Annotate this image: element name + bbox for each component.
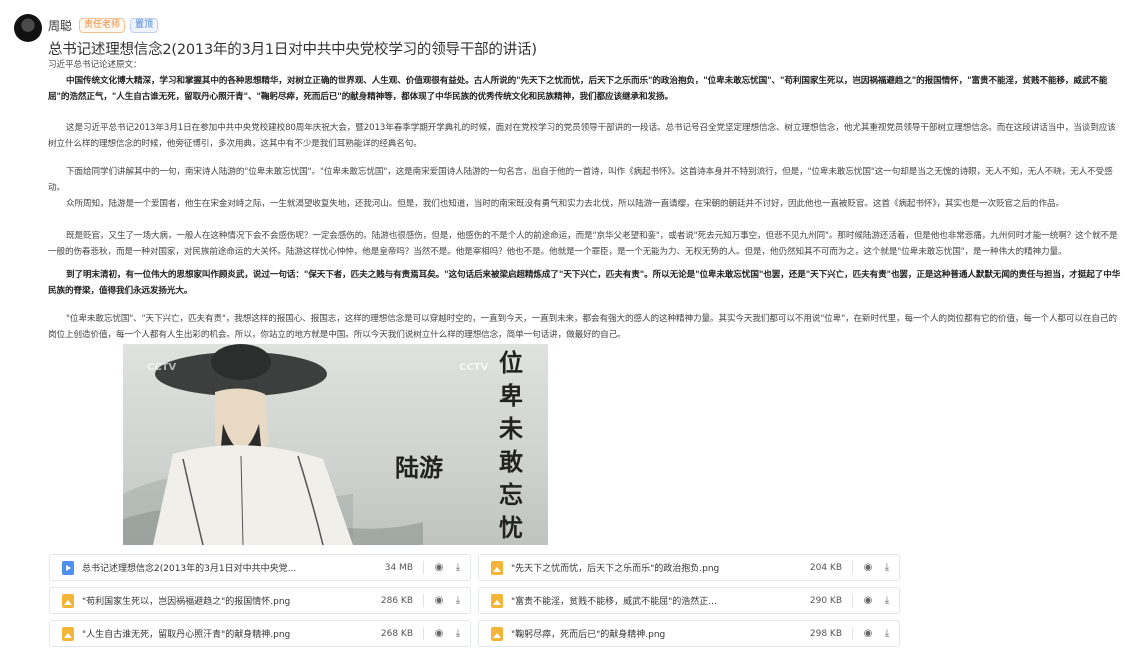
attachment-size: 34 MB [384, 562, 413, 573]
attachment-name: "人生自古谁无死，留取丹心照汗青"的献身精神.png [82, 630, 291, 640]
attachment-size: 204 KB [809, 562, 842, 573]
paragraph-quote: 中国传统文化博大精深，学习和掌握其中的各种思想精华，对树立正确的世界观、人生观、… [48, 73, 1122, 105]
watermark-right: CCTV [459, 362, 489, 373]
eye-icon[interactable]: ◉ [861, 628, 875, 639]
attachment-item[interactable]: "人生自古谁无死，留取丹心照汗青"的献身精神.png 268 KB ◉ ⤓ [49, 620, 471, 647]
teacher-badge: 责任老师 [79, 18, 126, 33]
attachment-name: "苟利国家生死以，岂因祸福避趋之"的报国情怀.png [82, 597, 291, 607]
eye-icon[interactable]: ◉ [861, 595, 875, 606]
explain-4-text: 到了明末清初，有一位伟大的思想家叫作顾炎武，说过一句话："保天下者，匹夫之贱与有… [48, 270, 1121, 296]
pinned-badge: 置顶 [130, 18, 159, 33]
attachment-item[interactable]: "富贵不能淫，贫贱不能移，威武不能屈"的浩然正... 290 KB ◉ ⤓ [478, 587, 900, 614]
attachment-size: 298 KB [809, 628, 842, 639]
attachment-item[interactable]: 总书记述理想信念2(2013年的3月1日对中共中央党... 34 MB ◉ ⤓ [49, 554, 471, 581]
post-title: 总书记述理想信念2(2013年的3月1日对中共中央党校学习的领导干部的讲话) [48, 42, 537, 58]
image-file-icon [491, 560, 503, 575]
image-file-icon [62, 626, 74, 641]
image-file-icon [491, 626, 503, 641]
image-file-icon [62, 593, 74, 608]
calligraphy-verse: 位卑未敢忘忧国 [499, 348, 523, 542]
paragraph-explain-4: 到了明末清初，有一位伟大的思想家叫作顾炎武，说过一句话："保天下者，匹夫之贱与有… [48, 267, 1122, 299]
attachment-size: 286 KB [380, 595, 413, 606]
eye-icon[interactable]: ◉ [432, 595, 446, 606]
attachment-name: "富贵不能淫，贫贱不能移，威武不能屈"的浩然正... [511, 597, 717, 607]
author-name[interactable]: 周聪 [48, 17, 72, 34]
attachment-size: 268 KB [380, 628, 413, 639]
download-icon[interactable]: ⤓ [880, 562, 894, 573]
lu-you-illustration[interactable]: 陆游 位卑未敢忘忧国 CCTV CCTV [123, 344, 548, 545]
attachment-name: "先天下之忧而忧，后天下之乐而乐"的政治抱负.png [511, 564, 720, 574]
paragraph-context: 这是习近平总书记2013年3月1日在参加中共中央党校建校80周年庆祝大会，暨20… [48, 123, 1116, 149]
post-header: 周聪 责任老师 置顶 [48, 17, 159, 34]
paragraph-explain-1: 下面给同学们讲解其中的一句，南宋诗人陆游的"位卑未敢忘忧国"。"位卑未敢忘忧国"… [48, 167, 1113, 193]
download-icon[interactable]: ⤓ [451, 562, 465, 573]
paragraph-explain-3: 既是贬官，又生了一场大病，一般人在这种情况下会不会感伤呢？一定会感伤的。陆游也很… [48, 231, 1118, 257]
eye-icon[interactable]: ◉ [432, 628, 446, 639]
calligraphy-name: 陆游 [395, 453, 443, 482]
paragraph-explain-2: 众所周知，陆游是一个爱国者，他生在宋金对峙之际，一生就渴望收复失地，还我河山。但… [66, 199, 1064, 209]
download-icon[interactable]: ⤓ [880, 595, 894, 606]
paragraph-conclusion: "位卑未敢忘忧国"、"天下兴亡，匹夫有责"，我想这样的报国心、报国志，这样的理想… [48, 314, 1117, 340]
ink-painting [123, 344, 423, 545]
avatar[interactable] [14, 14, 42, 42]
download-icon[interactable]: ⤓ [451, 595, 465, 606]
eye-icon[interactable]: ◉ [861, 562, 875, 573]
attachment-size: 290 KB [809, 595, 842, 606]
paragraph-intro: 习近平总书记论述原文： [48, 60, 142, 70]
eye-icon[interactable]: ◉ [432, 562, 446, 573]
attachment-name: "鞠躬尽瘁，死而后已"的献身精神.png [511, 630, 666, 640]
attachment-item[interactable]: "先天下之忧而忧，后天下之乐而乐"的政治抱负.png 204 KB ◉ ⤓ [478, 554, 900, 581]
download-icon[interactable]: ⤓ [880, 628, 894, 639]
image-file-icon [491, 593, 503, 608]
quote-text: 中国传统文化博大精深，学习和掌握其中的各种思想精华，对树立正确的世界观、人生观、… [48, 76, 1108, 102]
download-icon[interactable]: ⤓ [451, 628, 465, 639]
video-file-icon [62, 560, 74, 575]
attachment-item[interactable]: "苟利国家生死以，岂因祸福避趋之"的报国情怀.png 286 KB ◉ ⤓ [49, 587, 471, 614]
attachment-name: 总书记述理想信念2(2013年的3月1日对中共中央党... [82, 564, 297, 574]
watermark-left: CCTV [147, 362, 177, 373]
attachment-item[interactable]: "鞠躬尽瘁，死而后已"的献身精神.png 298 KB ◉ ⤓ [478, 620, 900, 647]
